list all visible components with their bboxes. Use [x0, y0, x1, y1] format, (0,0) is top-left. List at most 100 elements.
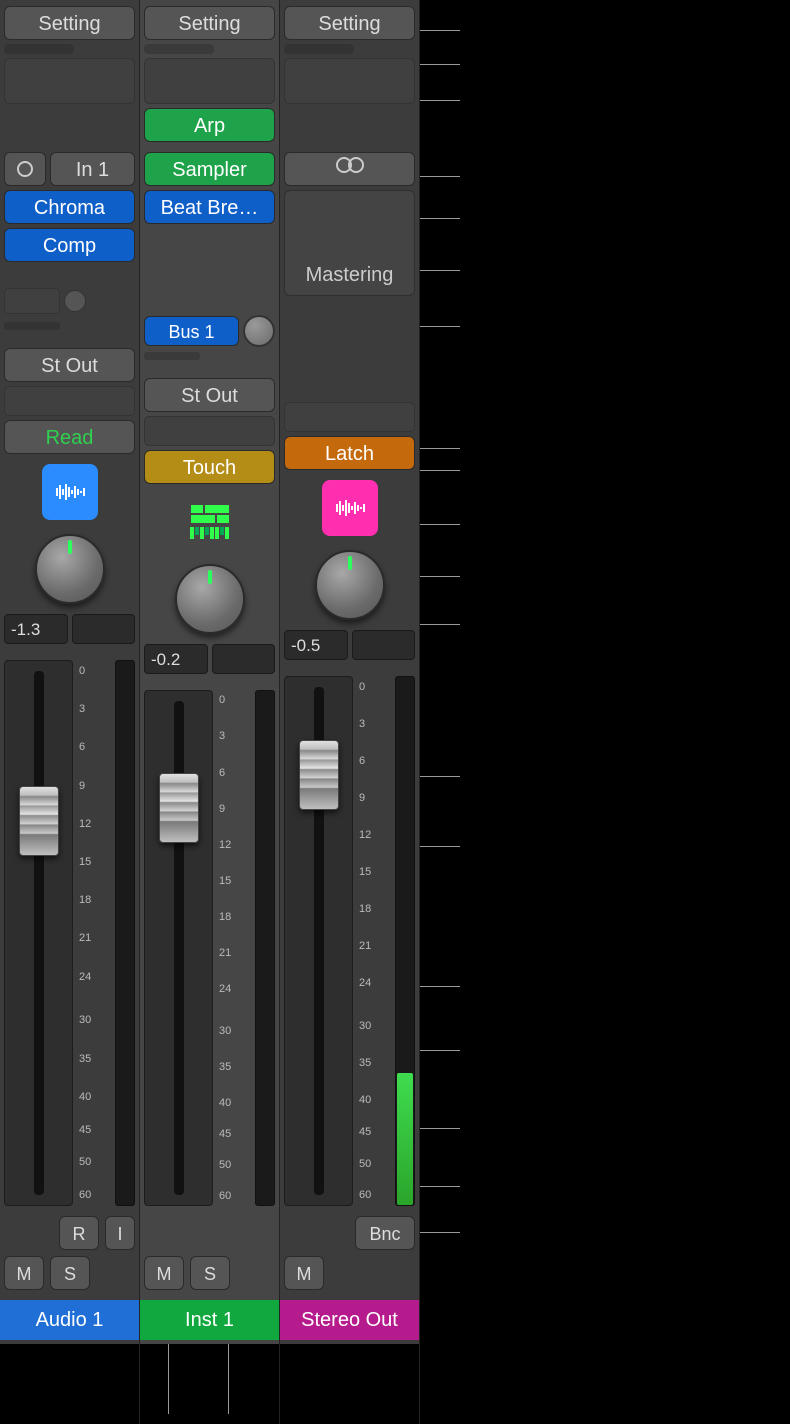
mute-button[interactable]: M [4, 1256, 44, 1290]
mute-button[interactable]: M [144, 1256, 184, 1290]
pan-knob[interactable] [175, 564, 245, 634]
software-instrument-icon [190, 505, 229, 539]
gain-reduction-meter [284, 44, 354, 54]
automation-mode-button[interactable]: Touch [144, 450, 275, 484]
audio-fx-plugin[interactable]: Comp [4, 228, 135, 262]
input-monitor-button[interactable]: I [105, 1216, 135, 1250]
leader-line-icon [420, 1232, 460, 1233]
automation-mode-button[interactable]: Latch [284, 436, 415, 470]
waveform-icon[interactable] [42, 464, 98, 520]
instrument-slot[interactable]: Sampler [144, 152, 275, 186]
solo-button[interactable]: S [190, 1256, 230, 1290]
output-slot-empty [284, 364, 415, 398]
mute-row: M [284, 1256, 415, 1290]
group-slot[interactable] [144, 416, 275, 446]
peak-display[interactable] [212, 644, 276, 674]
send-knob-small[interactable] [64, 290, 86, 312]
leader-line-icon [168, 1344, 169, 1414]
eq-thumbnail[interactable] [284, 58, 415, 104]
fader-area: 0 3 6 9 12 15 18 21 24 30 35 40 45 50 60 [4, 660, 135, 1206]
leader-line-icon [420, 524, 460, 525]
input-row: In 1 [4, 152, 135, 186]
peak-display[interactable] [352, 630, 416, 660]
leader-line-icon [420, 218, 460, 219]
leader-line-icon [420, 846, 460, 847]
bounce-button[interactable]: Bnc [355, 1216, 415, 1250]
leader-line-icon [420, 448, 460, 449]
leader-line-icon [420, 100, 460, 101]
leader-line-icon [420, 776, 460, 777]
send-slot-empty-2[interactable] [4, 322, 60, 330]
output-slot[interactable]: St Out [4, 348, 135, 382]
solo-button[interactable]: S [50, 1256, 90, 1290]
leader-line-icon [420, 176, 460, 177]
track-icon-row [144, 488, 275, 552]
leader-line-icon [420, 1128, 460, 1129]
mixer: Setting In 1 Chroma Comp St Out Read [0, 0, 790, 1424]
leader-line-icon [420, 624, 460, 625]
db-row: -1.3 [4, 614, 135, 644]
audio-fx-plugin[interactable]: Beat Bre… [144, 190, 275, 224]
send-row: Bus 1 [144, 314, 275, 348]
rec-input-row: R I [4, 1216, 135, 1250]
group-slot[interactable] [284, 402, 415, 432]
track-name[interactable]: Inst 1 [140, 1300, 279, 1340]
eq-thumbnail[interactable] [144, 58, 275, 104]
send-slot-empty[interactable] [144, 352, 200, 360]
midi-fx-slots-empty [284, 108, 415, 148]
automation-mode-button[interactable]: Read [4, 420, 135, 454]
send-row-empty [284, 300, 415, 334]
bottom-pad [0, 1344, 139, 1424]
automation-label: Read [46, 427, 94, 449]
level-meter [395, 676, 415, 1206]
instrument-icon[interactable] [182, 494, 238, 550]
leader-line-icon [420, 326, 460, 327]
midi-fx-plugin[interactable]: Arp [144, 108, 275, 142]
setting-button[interactable]: Setting [144, 6, 275, 40]
mastering-slot[interactable]: Mastering [284, 190, 415, 296]
audio-fx-plugin[interactable]: Chroma [4, 190, 135, 224]
spacer [284, 338, 415, 346]
setting-button[interactable]: Setting [284, 6, 415, 40]
track-name[interactable]: Audio 1 [0, 1300, 139, 1340]
input-format-button[interactable] [4, 152, 46, 186]
send-slot[interactable]: Bus 1 [144, 316, 239, 346]
group-slot[interactable] [4, 386, 135, 416]
db-row: -0.2 [144, 644, 275, 674]
volume-fader[interactable] [284, 676, 353, 1206]
volume-fader[interactable] [4, 660, 73, 1206]
channel-strip-inst1: Setting Arp Sampler Beat Bre… Bus 1 St O… [140, 0, 280, 1424]
mute-button[interactable]: M [284, 1256, 324, 1290]
midi-fx-slots [4, 108, 135, 148]
leader-line-icon [420, 270, 460, 271]
track-icon-row [4, 458, 135, 522]
send-slot-empty[interactable] [4, 288, 60, 314]
volume-display[interactable]: -0.2 [144, 644, 208, 674]
rec-input-row-empty [144, 1216, 275, 1250]
volume-display[interactable]: -1.3 [4, 614, 68, 644]
channel-strip-stereo-out: Setting Mastering Latch -0.5 [280, 0, 420, 1424]
setting-button[interactable]: Setting [4, 6, 135, 40]
send-row [4, 284, 135, 318]
send-level-knob[interactable] [243, 315, 275, 347]
pan-knob-wrap [284, 542, 415, 626]
leader-line-icon [228, 1344, 229, 1414]
audio-fx-slots: Beat Bre… [144, 190, 275, 266]
record-enable-button[interactable]: R [59, 1216, 99, 1250]
track-icon-row [284, 474, 415, 538]
gain-reduction-meter [4, 44, 74, 54]
output-slot[interactable]: St Out [144, 378, 275, 412]
interlocking-circles-icon [330, 152, 370, 186]
balance-knob[interactable] [315, 550, 385, 620]
waveform-icon[interactable] [322, 480, 378, 536]
track-name[interactable]: Stereo Out [280, 1300, 419, 1340]
audio-fx-slots: Chroma Comp [4, 190, 135, 266]
eq-thumbnail[interactable] [4, 58, 135, 104]
leader-line-icon [420, 470, 460, 471]
input-slot[interactable]: In 1 [50, 152, 135, 186]
peak-display[interactable] [72, 614, 136, 644]
pan-knob[interactable] [35, 534, 105, 604]
volume-fader[interactable] [144, 690, 213, 1206]
volume-display[interactable]: -0.5 [284, 630, 348, 660]
stereo-mode-button[interactable] [284, 152, 415, 186]
